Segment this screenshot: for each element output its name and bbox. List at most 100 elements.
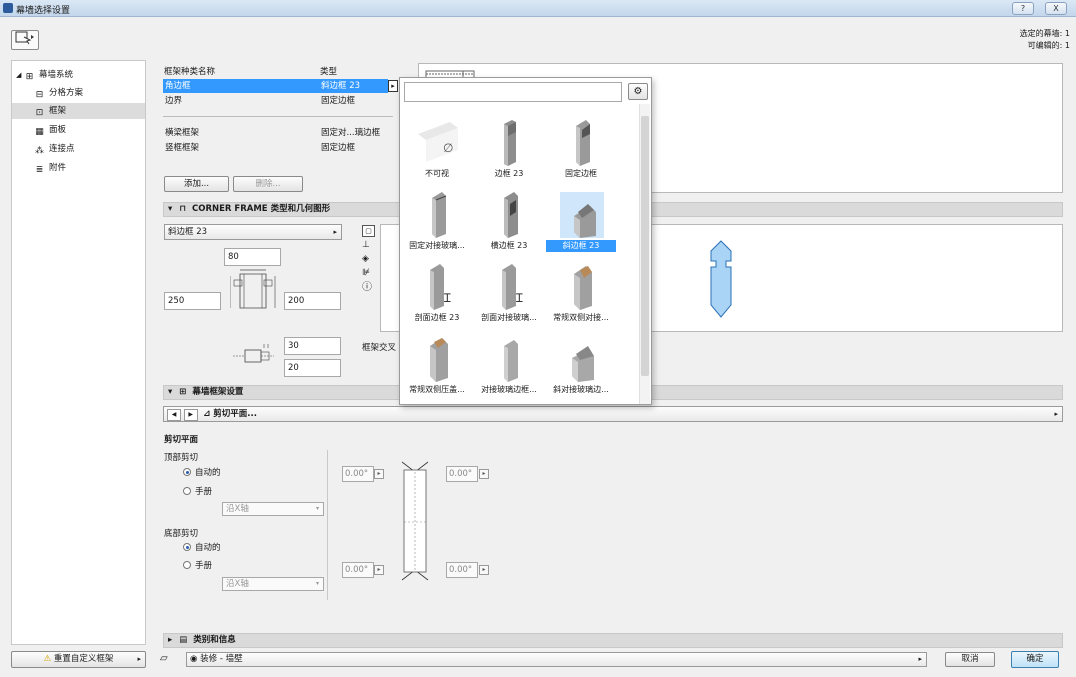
tree-item-junction[interactable]: ⁂ 连接点 — [12, 141, 145, 157]
popup-item-frame-23[interactable]: 边框 23 — [474, 118, 544, 184]
top-cut-auto-radio[interactable]: 自动的 — [183, 467, 221, 479]
top-cut-manual-radio[interactable]: 手册 — [183, 486, 212, 498]
section-butt-glass-icon: Ɪ — [502, 264, 523, 310]
popup-item-fixed-frame[interactable]: 固定边框 — [546, 118, 616, 184]
junction-icon: ⁂ — [35, 146, 44, 156]
gear-icon: ⚙ — [633, 86, 643, 97]
editable-count: 可编辑的: 1 — [1027, 41, 1070, 50]
tree-item-frame[interactable]: ⊡ 框架 — [12, 103, 145, 119]
expand-triangle-icon[interactable]: ◢ — [16, 67, 24, 83]
bottom-cut-axis-select[interactable]: 沿X轴 ▾ — [222, 577, 324, 591]
expand-triangle-icon[interactable]: ▸ — [168, 635, 172, 645]
cut-plane-diagram — [401, 461, 429, 581]
top-cut-axis-select[interactable]: 沿X轴 ▾ — [222, 502, 324, 516]
cancel-button[interactable]: 取消 — [945, 652, 995, 667]
info-icon[interactable]: ⓘ — [362, 282, 375, 293]
bottom-cut-label: 底部剪切 — [164, 529, 199, 539]
popup-item-section-butt-glass[interactable]: Ɪ 剖面对接玻璃... — [474, 262, 544, 328]
category-section-header[interactable]: ▸ ▤ 类别和信息 — [163, 633, 1063, 648]
popup-item-transom-frame-23[interactable]: 横边框 23 — [474, 190, 544, 256]
popup-scrollbar[interactable] — [639, 104, 650, 404]
cw-settings-nav[interactable]: ◀ ▶ ⊿ 剪切平面... ▸ — [163, 406, 1063, 422]
top-left-angle-stepper[interactable]: ▸ — [374, 469, 384, 479]
frame-depth-b-field[interactable]: 20 — [284, 359, 341, 377]
collapse-triangle-icon[interactable]: ▾ — [168, 387, 172, 397]
reset-custom-frame-button[interactable]: ⚠ 重置自定义框架 ▸ — [11, 651, 146, 668]
popup-scroll-thumb[interactable] — [641, 116, 649, 376]
popup-item-bevel-butt-glass[interactable]: 斜对接玻璃边... — [546, 334, 616, 400]
tree-item-grid-scheme[interactable]: ⊟ 分格方案 — [12, 85, 145, 101]
warning-icon: ⚠ — [43, 654, 52, 664]
svg-text:Ɪ: Ɪ — [444, 291, 451, 305]
invisible-frame-icon: ∅ — [418, 122, 458, 162]
bevel-butt-glass-icon — [572, 346, 594, 382]
close-button[interactable]: X — [1045, 2, 1067, 15]
bottom-cut-manual-radio[interactable]: 手册 — [183, 560, 212, 572]
frame-row-boundary[interactable]: 边界 固定边框 — [163, 94, 393, 108]
generic-double-cap-icon — [430, 338, 448, 382]
frame-row-transom[interactable]: 横梁框架 固定对...璃边框 — [163, 126, 393, 140]
popup-search-input[interactable] — [404, 82, 622, 102]
bottom-left-angle-stepper[interactable]: ▸ — [374, 565, 384, 575]
frame-right-width-field[interactable]: 200 — [284, 292, 341, 310]
cut-plane-icon: ⊿ — [203, 409, 211, 419]
3d-view-icon[interactable]: ◈ — [362, 254, 375, 265]
ok-button[interactable]: 确定 — [1011, 651, 1059, 668]
frame-type-popup: ⚙ ∅ 不可视 边框 23 固定边框 固定对接玻璃... 横边框 23 斜边框 … — [399, 77, 652, 405]
section-view-icon[interactable]: ⊯ — [362, 268, 375, 279]
top-right-angle-stepper[interactable]: ▸ — [479, 469, 489, 479]
bottom-right-angle-stepper[interactable]: ▸ — [479, 565, 489, 575]
dropdown-arrow-icon: ▸ — [1054, 410, 1058, 418]
popup-settings-button[interactable]: ⚙ — [628, 83, 648, 100]
favorites-icon — [15, 31, 34, 45]
help-button[interactable]: ? — [1012, 2, 1034, 15]
col-header-name: 框架种类名称 — [164, 67, 216, 77]
frame-depth-a-field[interactable]: 30 — [284, 337, 341, 355]
depth-diagram — [233, 344, 274, 363]
bottom-left-angle-field[interactable]: 0.00° — [342, 562, 374, 578]
prev-page-button[interactable]: ◀ — [167, 409, 181, 421]
popup-item-generic-double-cap[interactable]: 常规双侧压盖... — [402, 334, 472, 400]
svg-text:∅: ∅ — [443, 141, 453, 155]
top-right-angle-field[interactable]: 0.00° — [446, 466, 478, 482]
popup-item-generic-double-butt[interactable]: 常规双侧对接... — [546, 262, 616, 328]
frame-geometry-diagram — [230, 269, 276, 309]
frame-icon: ⊡ — [35, 108, 44, 118]
accessory-icon: ≣ — [35, 165, 44, 175]
next-page-button[interactable]: ▶ — [183, 409, 198, 421]
popup-item-invisible[interactable]: ∅ 不可视 — [402, 118, 472, 184]
popup-item-bevel-frame-23[interactable]: 斜边框 23 — [546, 190, 616, 256]
col-header-type: 类型 — [320, 67, 338, 77]
app-icon — [3, 3, 13, 13]
popup-item-fixed-butt-glass[interactable]: 固定对接玻璃... — [402, 190, 472, 256]
butt-glass-frame-icon — [504, 340, 518, 382]
popup-item-section-frame-23[interactable]: Ɪ 剖面边框 23 — [402, 262, 472, 328]
bottom-cut-auto-radio[interactable]: 自动的 — [183, 542, 221, 554]
top-left-angle-field[interactable]: 0.00° — [342, 466, 374, 482]
tree-item-accessory[interactable]: ≣ 附件 — [12, 160, 145, 176]
favorites-button[interactable] — [11, 30, 39, 50]
tree-root-curtain-wall[interactable]: ◢ ⊞ 幕墙系统 — [12, 67, 145, 83]
transom-frame-23-icon — [504, 192, 518, 238]
title-bar: 幕墙选择设置 ? X — [0, 0, 1076, 17]
delete-frame-button[interactable]: 删除... — [233, 176, 303, 192]
frame-type-dropdown-arrow[interactable]: ▸ — [388, 80, 398, 92]
frame-left-width-field[interactable]: 250 — [164, 292, 221, 310]
add-frame-button[interactable]: 添加... — [164, 176, 229, 192]
list-divider — [163, 116, 393, 117]
tree-item-panel[interactable]: ▦ 面板 — [12, 122, 145, 138]
selected-count: 选定的幕墙: 1 — [1019, 29, 1070, 38]
popup-item-butt-glass-frame[interactable]: 对接玻璃边框... — [474, 334, 544, 400]
settings-tree: ◢ ⊞ 幕墙系统 ⊟ 分格方案 ⊡ 框架 ▦ 面板 ⁂ 连接点 ≣ 附件 — [11, 60, 146, 645]
plan-view-icon[interactable]: ▢ — [362, 225, 375, 237]
collapse-triangle-icon[interactable]: ▾ — [168, 204, 172, 214]
layer-select[interactable]: ◉ 装修 - 墙壁 ▸ — [186, 652, 927, 667]
elevation-view-icon[interactable]: ⊥ — [362, 240, 375, 251]
frame-row-mullion[interactable]: 竖框框架 固定边框 — [163, 141, 393, 155]
category-icon: ▤ — [179, 635, 188, 645]
corner-frame-type-select[interactable]: 斜边框 23 ▸ — [164, 224, 342, 240]
frame-row-corner[interactable]: 角边框 斜边框 23 — [163, 79, 388, 93]
frame-height-field[interactable]: 80 — [224, 248, 281, 266]
bottom-right-angle-field[interactable]: 0.00° — [446, 562, 478, 578]
panel-icon: ▦ — [35, 127, 44, 137]
